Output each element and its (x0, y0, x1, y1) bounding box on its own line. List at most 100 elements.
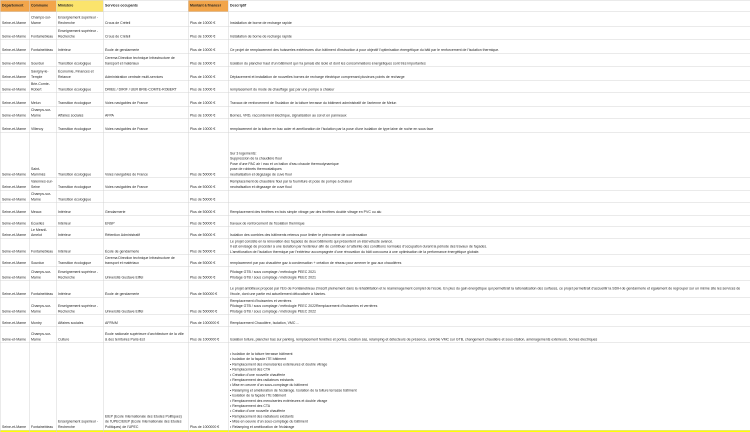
cell-services[interactable]: Cerema Direction technique Infrastructur… (103, 254, 189, 267)
cell-descriptif[interactable]: Ce projet de remplacement des huisseries… (228, 39, 750, 54)
cell-departement[interactable]: Seine-et-Marne (0, 11, 30, 27)
cell-commune[interactable]: Sourdun (29, 254, 57, 267)
cell-commune[interactable]: Villenoy (29, 118, 57, 133)
cell-services[interactable]: Cerema Direction technique Infrastructur… (103, 53, 189, 67)
cell-montant[interactable]: Plus de 50000 € (188, 254, 229, 267)
cell-descriptif[interactable]: remplacement de la toiture en bac acier … (228, 118, 750, 133)
cell-descriptif[interactable] (228, 190, 750, 203)
cell-descriptif[interactable]: Sur 3 logements: Suppression de la chaud… (228, 132, 750, 178)
cell-montant[interactable]: Plus de 10000 € (188, 66, 229, 81)
cell-departement[interactable]: Seine-et-Marne (0, 39, 30, 54)
cell-ministere[interactable]: Transition écologique (56, 177, 104, 191)
cell-commune[interactable]: Saint-Mammès (29, 132, 57, 178)
cell-commune[interactable]: Champs-sur-Marne (29, 297, 57, 315)
cell-descriptif[interactable]: Isolation des combles des bâtiments rete… (228, 226, 750, 239)
cell-departement[interactable]: Seine-et-Marne (0, 314, 30, 327)
header-ministere[interactable]: Ministère (56, 0, 104, 12)
cell-descriptif[interactable]: remplacement par pac chaudière gaz à con… (228, 254, 750, 267)
cell-commune[interactable]: Écuelles (29, 215, 57, 227)
cell-descriptif[interactable]: Déplacement et installation de nouvelles… (228, 66, 750, 81)
cell-montant[interactable]: Plus de 1000000 € (188, 326, 229, 343)
cell-commune[interactable]: Champs-sur-Marne (29, 11, 57, 27)
cell-departement[interactable]: Seine-et-Marne (0, 215, 30, 227)
cell-montant[interactable]: Plus de 10000 € (188, 39, 229, 54)
cell-montant[interactable]: Plus de 10000 € (188, 92, 229, 107)
cell-commune[interactable]: Champs-sur-Marne (29, 106, 57, 119)
cell-services[interactable]: Rétention Administratif (103, 226, 189, 239)
cell-departement[interactable]: Seine-et-Marne (0, 254, 30, 267)
cell-descriptif[interactable]: remplacement du mode de chauffage gaz pa… (228, 80, 750, 93)
cell-ministere[interactable]: Intérieur (56, 280, 104, 298)
cell-commune[interactable]: Melun (29, 92, 57, 107)
cell-commune[interactable]: Varennes-sur-Seine (29, 177, 57, 191)
cell-ministere[interactable]: Intérieur (56, 226, 104, 239)
cell-departement[interactable]: Seine-et-Marne (0, 53, 30, 67)
cell-ministere[interactable]: Affaires sociales (56, 314, 104, 327)
cell-descriptif[interactable]: Remplacement d'huisseries et verrières P… (228, 297, 750, 315)
cell-services[interactable]: Crous de Créteil (103, 11, 189, 27)
cell-commune[interactable]: Sourdun (29, 53, 57, 67)
cell-descriptif[interactable]: Remplacement des fenêtres en bois simple… (228, 202, 750, 216)
cell-departement[interactable]: Seine-et-Marne (0, 26, 30, 40)
cell-descriptif[interactable]: Isolation toiture, plancher bas sur park… (228, 326, 750, 343)
cell-services[interactable]: DRIEE / DIRIF / UER BRIE-COMTE-ROBERT (103, 80, 189, 93)
cell-descriptif[interactable]: • Isolation de la toiture terrasse bâtim… (228, 342, 750, 431)
cell-services[interactable]: Voies navigables de France (103, 92, 189, 107)
cell-departement[interactable]: Seine-et-Marne (0, 106, 30, 119)
cell-montant[interactable]: Plus de 10000 € (188, 106, 229, 119)
cell-departement[interactable]: Seine-et-Marne (0, 297, 30, 315)
cell-departement[interactable]: Seine-et-Marne (0, 80, 30, 93)
cell-montant[interactable]: Plus de 10000 € (188, 11, 229, 27)
cell-ministere[interactable]: Enseignement supérieur - Recherche (56, 266, 104, 281)
cell-ministere[interactable]: Intérieur (56, 238, 104, 255)
cell-montant[interactable]: Plus de 10000 € (188, 26, 229, 40)
cell-montant[interactable]: Plus de 50000 € (188, 132, 229, 178)
cell-descriptif[interactable]: Pilotage GTB / sous comptage / métrologi… (228, 266, 750, 281)
header-descriptif[interactable]: Descriptif (228, 0, 750, 12)
cell-descriptif[interactable]: travaux de renforcement de l'isolation t… (228, 215, 750, 227)
cell-services[interactable]: ENSP (103, 215, 189, 227)
cell-commune[interactable]: Savigny-le-Temple (29, 66, 57, 81)
cell-descriptif[interactable]: Bornes, VRD, raccordement électrique, si… (228, 106, 750, 119)
cell-montant[interactable]: Plus de 500000 € (188, 297, 229, 315)
cell-services[interactable]: Voies navigables de France (103, 132, 189, 178)
cell-commune[interactable]: Fontainebleau (29, 342, 57, 431)
cell-ministere[interactable]: Transition écologique (56, 80, 104, 93)
cell-services[interactable]: Crous de Créteil (103, 26, 189, 40)
header-departement[interactable]: Département (0, 0, 30, 12)
cell-departement[interactable]: Seine-et-Marne (0, 226, 30, 239)
cell-ministere[interactable]: Enseignement supérieur - Recherche (56, 297, 104, 315)
header-services[interactable]: Services occupants (103, 0, 189, 12)
cell-departement[interactable]: Seine-et-Marne (0, 118, 30, 133)
cell-descriptif[interactable]: Le projet consiste en la rénovation des … (228, 238, 750, 255)
cell-commune[interactable]: Montry (29, 314, 57, 327)
cell-commune[interactable]: Brie-Comte-Robert (29, 80, 57, 93)
cell-ministere[interactable]: Culture (56, 326, 104, 343)
cell-montant[interactable]: Plus de 500000 € (188, 280, 229, 298)
cell-ministere[interactable]: Intérieur (56, 39, 104, 54)
cell-departement[interactable]: Seine-et-Marne (0, 326, 30, 343)
cell-departement[interactable]: Seine-et-Marne (0, 177, 30, 191)
cell-montant[interactable]: Plus de 50000 € (188, 177, 229, 191)
cell-departement[interactable]: Seine-et-Marne (0, 92, 30, 107)
cell-descriptif[interactable]: Remplacement Chaudière, Isolation, VMC .… (228, 314, 750, 327)
cell-montant[interactable]: Plus de 1000000 € (188, 342, 229, 431)
cell-departement[interactable]: Seine-et-Marne (0, 280, 30, 298)
cell-ministere[interactable]: Transition écologique (56, 118, 104, 133)
cell-services[interactable]: EIEP (Ecole Internationale des Etudes Po… (103, 342, 189, 431)
cell-services[interactable]: École de gendarmerie (103, 238, 189, 255)
cell-ministere[interactable]: Enseignement supérieur - Recherche (56, 342, 104, 431)
cell-services[interactable]: Administration centrale multi-services (103, 66, 189, 81)
cell-montant[interactable]: Plus de 50000 € (188, 202, 229, 216)
cell-commune[interactable]: Fontainebleau (29, 26, 57, 40)
cell-services[interactable]: AFPA (103, 106, 189, 119)
cell-descriptif[interactable]: Remplacement de chaudière fioul par la f… (228, 177, 750, 191)
cell-montant[interactable]: Plus de 50000 € (188, 215, 229, 227)
cell-ministere[interactable]: Enseignement supérieur - Recherche (56, 11, 104, 27)
cell-descriptif[interactable]: Le projet ambitieux proposé par l'EG de … (228, 280, 750, 298)
cell-commune[interactable]: Champs-sur-Marne (29, 266, 57, 281)
cell-ministere[interactable]: Transition écologique (56, 254, 104, 267)
cell-services[interactable]: Voies navigables de France (103, 118, 189, 133)
cell-departement[interactable]: Seine-et-Marne (0, 202, 30, 216)
cell-services[interactable]: École de gendarmerie (103, 280, 189, 298)
